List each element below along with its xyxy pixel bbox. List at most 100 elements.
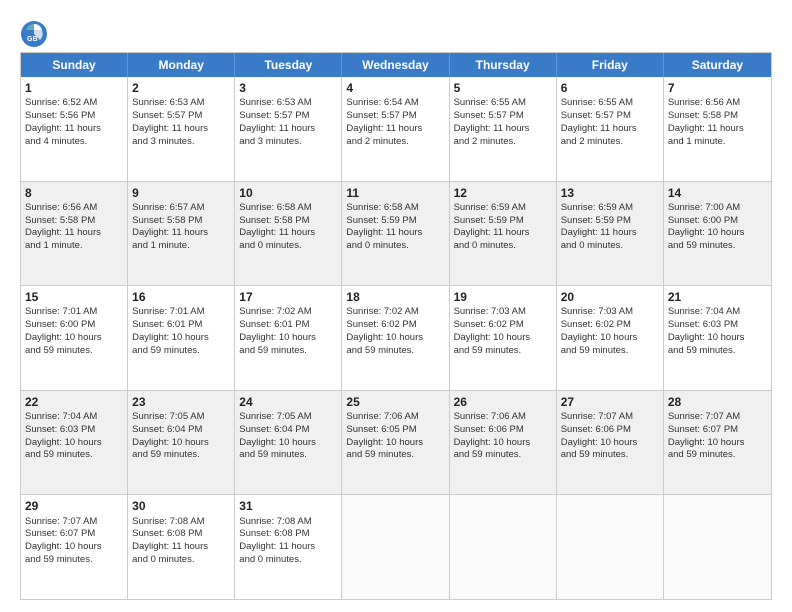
day-number: 6 [561, 80, 659, 96]
day-info-line: Sunset: 5:58 PM [132, 215, 230, 228]
day-info-line: Sunset: 6:02 PM [561, 319, 659, 332]
calendar-cell [557, 495, 664, 599]
day-info-line: Daylight: 11 hours [132, 541, 230, 554]
day-info-line: Sunset: 5:58 PM [239, 215, 337, 228]
day-number: 29 [25, 498, 123, 514]
day-info-line: Sunrise: 6:53 AM [239, 97, 337, 110]
day-info-line: Sunset: 5:59 PM [454, 215, 552, 228]
day-info-line: and 0 minutes. [239, 240, 337, 253]
calendar: SundayMondayTuesdayWednesdayThursdayFrid… [20, 52, 772, 600]
calendar-header: SundayMondayTuesdayWednesdayThursdayFrid… [21, 53, 771, 77]
day-number: 27 [561, 394, 659, 410]
calendar-cell: 15Sunrise: 7:01 AMSunset: 6:00 PMDayligh… [21, 286, 128, 390]
page-header: GB [20, 16, 772, 48]
day-info-line: and 59 minutes. [454, 345, 552, 358]
day-info-line: and 59 minutes. [25, 554, 123, 567]
calendar-cell: 1Sunrise: 6:52 AMSunset: 5:56 PMDaylight… [21, 77, 128, 181]
day-info-line: Sunrise: 7:03 AM [454, 306, 552, 319]
day-info-line: Sunset: 5:58 PM [668, 110, 767, 123]
day-number: 16 [132, 289, 230, 305]
day-info-line: Sunset: 6:04 PM [132, 424, 230, 437]
day-info-line: Daylight: 10 hours [239, 437, 337, 450]
day-info-line: Sunrise: 7:04 AM [668, 306, 767, 319]
day-info-line: Sunrise: 6:58 AM [239, 202, 337, 215]
day-info-line: and 59 minutes. [346, 345, 444, 358]
calendar-cell: 25Sunrise: 7:06 AMSunset: 6:05 PMDayligh… [342, 391, 449, 495]
calendar-cell: 24Sunrise: 7:05 AMSunset: 6:04 PMDayligh… [235, 391, 342, 495]
calendar-week-2: 8Sunrise: 6:56 AMSunset: 5:58 PMDaylight… [21, 182, 771, 287]
day-info-line: Sunset: 6:00 PM [668, 215, 767, 228]
day-info-line: and 59 minutes. [454, 449, 552, 462]
day-info-line: Sunset: 6:06 PM [561, 424, 659, 437]
day-info-line: Sunset: 5:58 PM [25, 215, 123, 228]
day-number: 20 [561, 289, 659, 305]
day-number: 4 [346, 80, 444, 96]
day-info-line: Sunset: 6:05 PM [346, 424, 444, 437]
day-info-line: Sunset: 6:03 PM [668, 319, 767, 332]
day-number: 24 [239, 394, 337, 410]
day-number: 5 [454, 80, 552, 96]
day-info-line: Daylight: 11 hours [561, 123, 659, 136]
day-info-line: Sunrise: 6:53 AM [132, 97, 230, 110]
day-info-line: and 59 minutes. [668, 449, 767, 462]
day-info-line: Sunrise: 7:08 AM [132, 516, 230, 529]
day-info-line: Sunrise: 7:00 AM [668, 202, 767, 215]
day-info-line: Daylight: 11 hours [668, 123, 767, 136]
day-info-line: Sunrise: 6:52 AM [25, 97, 123, 110]
day-info-line: Daylight: 10 hours [346, 332, 444, 345]
day-info-line: Daylight: 11 hours [132, 123, 230, 136]
day-info-line: Daylight: 11 hours [132, 227, 230, 240]
day-number: 15 [25, 289, 123, 305]
day-info-line: Daylight: 10 hours [668, 227, 767, 240]
calendar-cell: 20Sunrise: 7:03 AMSunset: 6:02 PMDayligh… [557, 286, 664, 390]
day-info-line: Sunset: 5:57 PM [561, 110, 659, 123]
day-info-line: Daylight: 11 hours [239, 541, 337, 554]
day-info-line: Sunset: 6:01 PM [132, 319, 230, 332]
header-day-thursday: Thursday [450, 53, 557, 77]
day-info-line: Sunset: 6:01 PM [239, 319, 337, 332]
day-number: 21 [668, 289, 767, 305]
day-info-line: Sunrise: 7:01 AM [132, 306, 230, 319]
day-info-line: Sunset: 5:56 PM [25, 110, 123, 123]
day-info-line: and 1 minute. [668, 136, 767, 149]
header-day-tuesday: Tuesday [235, 53, 342, 77]
day-number: 14 [668, 185, 767, 201]
day-number: 17 [239, 289, 337, 305]
day-info-line: and 4 minutes. [25, 136, 123, 149]
day-info-line: Sunrise: 7:07 AM [668, 411, 767, 424]
day-number: 25 [346, 394, 444, 410]
calendar-week-1: 1Sunrise: 6:52 AMSunset: 5:56 PMDaylight… [21, 77, 771, 182]
day-info-line: Sunset: 6:08 PM [239, 528, 337, 541]
day-info-line: Daylight: 10 hours [561, 332, 659, 345]
day-info-line: Daylight: 11 hours [25, 227, 123, 240]
svg-text:GB: GB [27, 36, 38, 43]
day-info-line: Sunset: 5:57 PM [454, 110, 552, 123]
day-info-line: Sunset: 6:02 PM [346, 319, 444, 332]
day-info-line: Sunrise: 7:05 AM [239, 411, 337, 424]
day-number: 30 [132, 498, 230, 514]
day-info-line: Sunset: 5:57 PM [239, 110, 337, 123]
day-info-line: Sunset: 6:00 PM [25, 319, 123, 332]
day-info-line: and 59 minutes. [346, 449, 444, 462]
calendar-page: GB SundayMondayTuesdayWednesdayThursdayF… [0, 0, 792, 612]
day-number: 7 [668, 80, 767, 96]
day-info-line: Sunrise: 7:05 AM [132, 411, 230, 424]
day-info-line: Sunrise: 7:02 AM [346, 306, 444, 319]
day-number: 3 [239, 80, 337, 96]
day-info-line: Sunset: 6:06 PM [454, 424, 552, 437]
day-number: 31 [239, 498, 337, 514]
day-number: 9 [132, 185, 230, 201]
day-info-line: and 59 minutes. [239, 449, 337, 462]
day-number: 23 [132, 394, 230, 410]
calendar-cell: 13Sunrise: 6:59 AMSunset: 5:59 PMDayligh… [557, 182, 664, 286]
calendar-cell [450, 495, 557, 599]
day-info-line: Sunset: 6:07 PM [25, 528, 123, 541]
calendar-week-4: 22Sunrise: 7:04 AMSunset: 6:03 PMDayligh… [21, 391, 771, 496]
day-info-line: Sunrise: 6:59 AM [561, 202, 659, 215]
calendar-body: 1Sunrise: 6:52 AMSunset: 5:56 PMDaylight… [21, 77, 771, 599]
day-info-line: Sunrise: 7:06 AM [346, 411, 444, 424]
day-info-line: and 59 minutes. [25, 449, 123, 462]
day-info-line: Sunrise: 6:56 AM [668, 97, 767, 110]
day-info-line: Daylight: 10 hours [25, 437, 123, 450]
calendar-cell: 29Sunrise: 7:07 AMSunset: 6:07 PMDayligh… [21, 495, 128, 599]
